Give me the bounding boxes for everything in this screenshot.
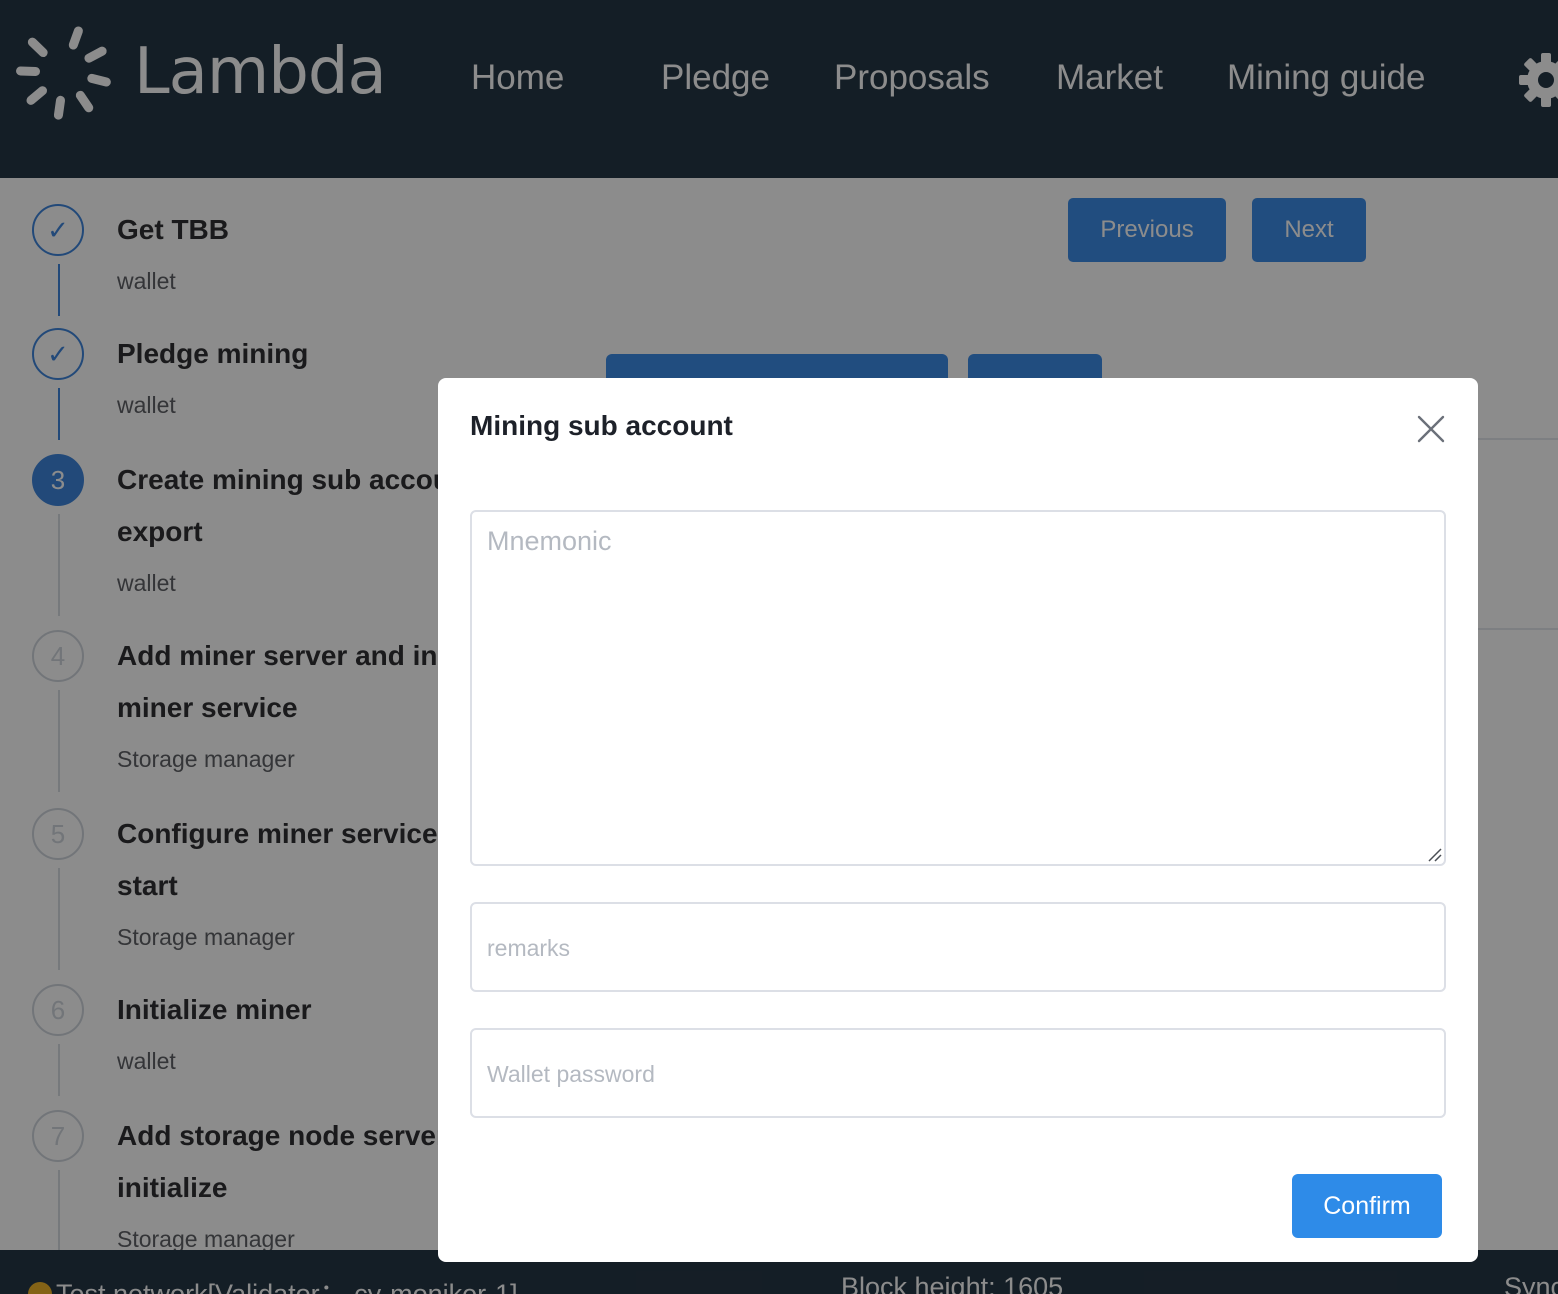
remarks-placeholder: remarks [487, 935, 571, 961]
close-icon[interactable] [1416, 414, 1446, 444]
mnemonic-textarea[interactable]: Mnemonic [470, 510, 1446, 866]
mining-sub-account-dialog: Mining sub account Mnemonic remarks Wall… [438, 378, 1478, 1262]
wallet-password-input[interactable]: Wallet password [470, 1028, 1446, 1118]
resize-handle-icon[interactable] [1426, 846, 1442, 862]
remarks-input[interactable]: remarks [470, 902, 1446, 992]
wallet-password-placeholder: Wallet password [487, 1061, 655, 1087]
dialog-title: Mining sub account [470, 410, 733, 441]
mnemonic-placeholder: Mnemonic [487, 526, 612, 556]
confirm-button[interactable]: Confirm [1292, 1174, 1442, 1238]
